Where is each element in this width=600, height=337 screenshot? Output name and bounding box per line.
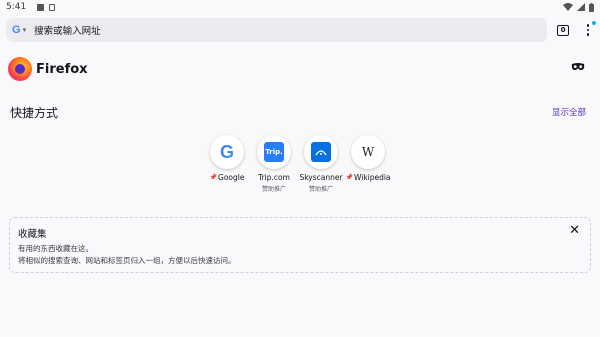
firefox-logo-icon <box>8 57 32 81</box>
trip-logo-icon: Trip. <box>264 142 284 162</box>
home-header: Firefox <box>8 57 88 81</box>
shortcut-tile[interactable] <box>304 135 338 169</box>
status-time: 5:41 <box>6 2 27 12</box>
battery-icon <box>589 2 594 12</box>
tab-count: 0 <box>560 26 566 34</box>
shortcut-trip[interactable]: Trip. Trip.com 赞助推广 <box>257 135 291 193</box>
collections-card: 收藏集 有用的东西收藏在这。 将相似的搜索查询、网站和标签页归入一组，方便以后快… <box>9 217 591 273</box>
private-browsing-mask-icon[interactable] <box>571 62 585 72</box>
pin-icon: 📌 <box>209 174 218 181</box>
shortcut-label: Google <box>218 173 245 182</box>
main-menu-button[interactable] <box>583 21 596 38</box>
google-logo-icon: G <box>219 141 234 162</box>
brand-wordmark: Firefox <box>36 61 88 77</box>
shortcut-label: Wikipedia <box>353 173 391 182</box>
collections-description: 有用的东西收藏在这。 <box>18 244 93 253</box>
shortcut-tile[interactable]: W <box>351 135 385 169</box>
notification-badge <box>592 21 596 25</box>
shortcut-label: Skyscanner <box>299 173 343 182</box>
wifi-icon <box>563 3 573 11</box>
collections-title: 收藏集 <box>18 229 47 240</box>
chevron-down-icon[interactable]: ▾ <box>23 26 27 34</box>
menu-dot-icon <box>586 24 590 27</box>
menu-dot-icon <box>586 28 590 32</box>
sim-card-icon <box>49 3 56 11</box>
signal-icon <box>577 3 585 11</box>
shortcut-label: Trip.com <box>258 173 290 182</box>
shortcut-wikipedia[interactable]: W 📌 Wikipedia <box>345 135 391 193</box>
wikipedia-logo-icon: W <box>361 145 375 159</box>
gallery-notification-icon <box>37 3 45 11</box>
browser-toolbar: G ▾ 搜索或输入网址 0 <box>0 16 600 44</box>
sponsored-label: 赞助推广 <box>308 186 333 193</box>
tab-counter-button[interactable]: 0 <box>557 24 569 36</box>
collections-description: 将相似的搜索查询、网站和标签页归入一组，方便以后快速访问。 <box>18 256 236 265</box>
shortcut-skyscanner[interactable]: Skyscanner 赞助推广 <box>299 135 343 193</box>
shortcut-tile[interactable]: G <box>210 135 244 169</box>
shortcut-label-row: 📌 Wikipedia <box>345 173 390 182</box>
skyscanner-logo-icon <box>311 142 331 162</box>
address-bar[interactable]: G ▾ 搜索或输入网址 <box>6 18 547 42</box>
search-engine-google-icon[interactable]: G <box>12 24 21 36</box>
status-left: 5:41 <box>6 2 56 12</box>
shortcut-google[interactable]: G 📌 Google <box>210 135 244 193</box>
close-icon[interactable]: ✕ <box>569 224 580 237</box>
status-right <box>563 2 594 12</box>
shortcut-tile[interactable]: Trip. <box>257 135 291 169</box>
shortcuts-title: 快捷方式 <box>10 106 59 120</box>
show-all-link[interactable]: 显示全部 <box>552 106 586 118</box>
shortcut-label-row: 📌 Google <box>210 173 245 182</box>
menu-dot-icon <box>586 33 590 36</box>
sponsored-label: 赞助推广 <box>261 186 286 193</box>
shortcut-label-row: Skyscanner <box>299 173 342 182</box>
status-bar: 5:41 <box>0 0 600 14</box>
shortcuts-row: G 📌 Google Trip. Trip.com 赞助推广 Skyscanne… <box>210 135 391 193</box>
pin-icon: 📌 <box>345 174 353 181</box>
search-input[interactable]: 搜索或输入网址 <box>34 23 101 37</box>
shortcut-label-row: Trip.com <box>258 173 290 182</box>
